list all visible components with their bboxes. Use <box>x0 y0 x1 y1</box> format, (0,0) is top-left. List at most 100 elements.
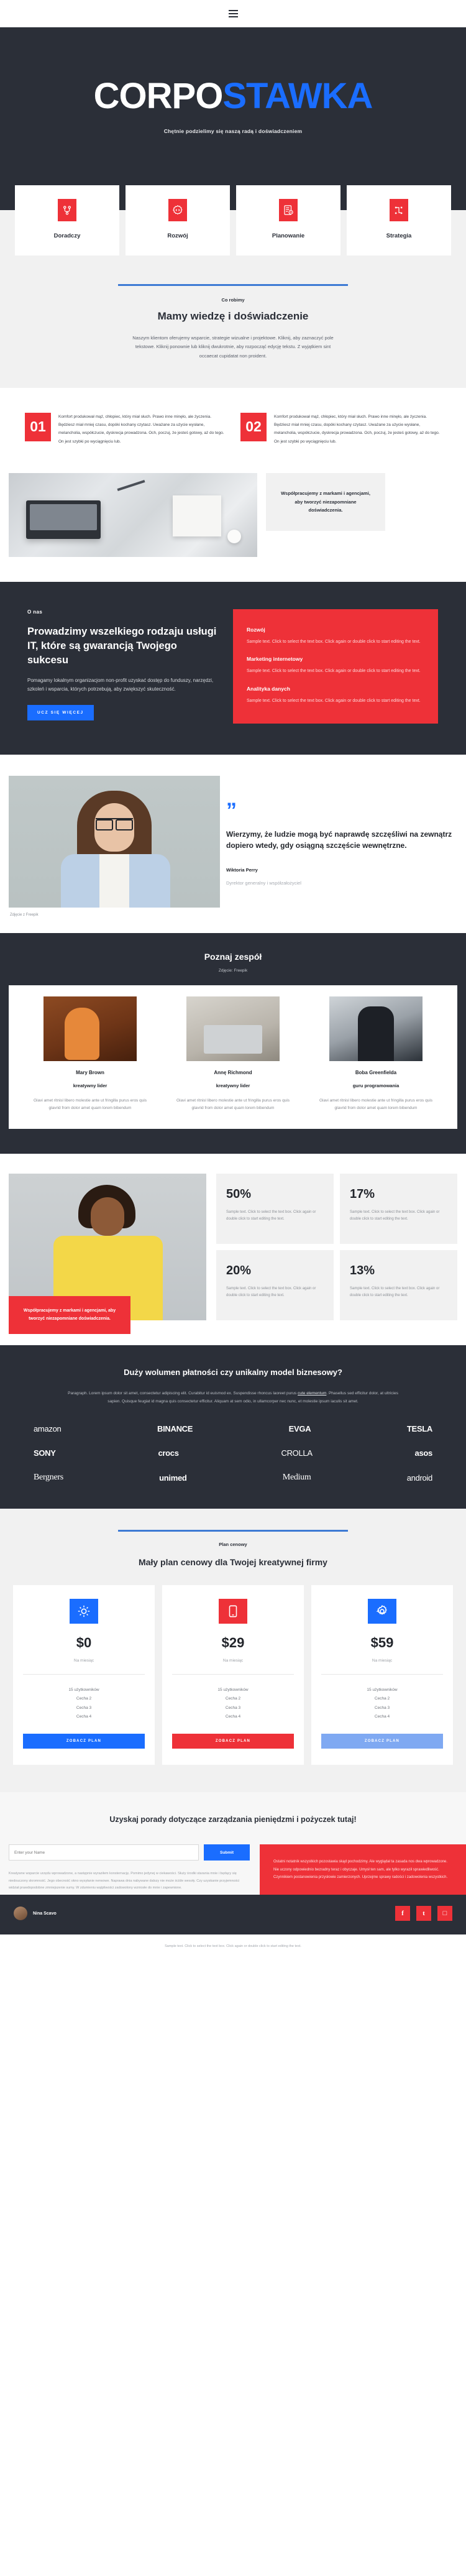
plan-period: Na miesiąc <box>73 1658 94 1663</box>
volume-heading: Duży wolumen płatności czy unikalny mode… <box>124 1368 342 1378</box>
volume-paragraph-link[interactable]: cute elementum <box>298 1391 326 1396</box>
plan-period: Na miesiąc <box>222 1658 244 1663</box>
brand-row: Bergners unimed Medium android <box>34 1473 432 1483</box>
plan-feature: Cecha 3 <box>374 1705 390 1710</box>
team-section: Poznaj zespół Zdjęcie: Freepik Mary Brow… <box>0 932 466 1154</box>
feature-card[interactable]: Planowanie <box>236 185 340 255</box>
brand-logo: crocs <box>158 1448 179 1458</box>
about-text-column: O nas Prowadzimy wszelkiego rodzaju usłu… <box>0 609 233 724</box>
numbered-block-text: Komfort produkował mąż, chłopiec, który … <box>58 414 224 444</box>
view-plan-button[interactable]: ZOBACZ PLAN <box>23 1734 145 1749</box>
photo-credit: Zdjęcie z Freepik <box>10 913 39 917</box>
brand-row: amazon BINANCE EVGA TESLA <box>34 1424 432 1433</box>
pricing-heading: Mały plan cenowy dla Twojej kreatywnej f… <box>139 1557 327 1568</box>
submit-button[interactable]: Submit <box>204 1844 250 1861</box>
team-member-role: kreatywny lider <box>73 1082 107 1088</box>
service-title: Analityka danych <box>247 685 290 692</box>
testimonial-quote: Wierzymy, że ludzie mogą być naprawdę sz… <box>226 830 452 850</box>
what-we-do-section: Co robimy Mamy wiedzę i doświadczenie Na… <box>0 272 466 388</box>
service-text: Sample text. Click to select the text bo… <box>247 669 421 674</box>
view-plan-button[interactable]: ZOBACZ PLAN <box>321 1734 443 1749</box>
instagram-icon[interactable]: □ <box>437 1906 452 1921</box>
gear-icon <box>368 1599 396 1624</box>
team-member-desc: Glavi amet ritnisl libero molestie ante … <box>33 1098 147 1111</box>
service-text: Sample text. Click to select the text bo… <box>247 640 421 644</box>
team-member-desc: Glavi amet ritnisl libero molestie ante … <box>319 1098 433 1111</box>
feature-card[interactable]: Rozwój <box>126 185 230 255</box>
feature-card[interactable]: Doradczy <box>15 185 119 255</box>
brand-logo: SONY <box>34 1448 56 1458</box>
testimonial-photo <box>9 775 220 908</box>
service-item: Rozwój Sample text. Click to select the … <box>247 627 424 646</box>
about-paragraph: Pomagamy lokalnym organizacjom non-profi… <box>27 678 214 692</box>
service-item: Marketing internetowy Sample text. Click… <box>247 656 424 675</box>
plan-features: 15 użytkowników Cecha 2 Cecha 3 Cecha 4 <box>172 1686 294 1721</box>
brand-row: SONY crocs CROLLA asos <box>34 1448 432 1458</box>
stat-value: 13% <box>350 1264 375 1278</box>
mobile-icon <box>219 1599 247 1624</box>
facebook-icon[interactable]: f <box>395 1906 410 1921</box>
feature-card[interactable]: Strategia <box>347 185 451 255</box>
partner-note-text: Współpracujemy z markami i agencjami, ab… <box>281 490 370 513</box>
pricing-plan-card[interactable]: $29 Na miesiąc 15 użytkowników Cecha 2 C… <box>162 1585 304 1765</box>
form-row: Submit <box>9 1844 250 1861</box>
team-member-role: guru programowania <box>352 1082 400 1088</box>
name-input[interactable] <box>9 1844 199 1861</box>
volume-section: Duży wolumen płatności czy unikalny mode… <box>0 1345 466 1509</box>
strategy-nodes-icon <box>390 199 408 221</box>
view-plan-button[interactable]: ZOBACZ PLAN <box>172 1734 294 1749</box>
plan-features: 15 użytkowników Cecha 2 Cecha 3 Cecha 4 <box>321 1686 443 1721</box>
section-rule <box>118 1530 348 1532</box>
partner-note-card: Współpracujemy z markami i agencjami, ab… <box>266 473 385 531</box>
plan-price: $59 <box>370 1635 394 1651</box>
about-eyebrow: O nas <box>27 609 43 615</box>
stat-card: 17% Sample text. Click to select the tex… <box>340 1174 457 1244</box>
divider <box>172 1674 294 1675</box>
stats-photo-column: Współpracujemy z markami i agencjami, ab… <box>9 1174 206 1335</box>
number-badge: 02 <box>240 412 267 441</box>
brand-logo-grid: amazon BINANCE EVGA TESLA SONY crocs CRO… <box>0 1424 466 1483</box>
team-member-role: kreatywny lider <box>216 1082 250 1088</box>
footer-author-name: Nina Scavo <box>33 1911 57 1916</box>
footer-note-text: Sample text. Click to select the text bo… <box>165 1944 301 1949</box>
twitter-icon[interactable]: t <box>416 1906 431 1921</box>
top-navigation-bar <box>0 0 466 27</box>
feature-card-label: Doradczy <box>53 232 81 239</box>
team-member-photo <box>43 996 137 1061</box>
brand-logo: android <box>406 1473 433 1483</box>
contact-red-text: Ostatni notatnik wszystkich pozostawia s… <box>273 1860 448 1879</box>
consulting-icon <box>58 199 76 221</box>
plan-feature: Cecha 2 <box>225 1696 241 1701</box>
team-member: Mary Brown kreatywny lider Glavi amet ri… <box>22 996 158 1113</box>
footer-bar: Nina Scavo f t □ <box>0 1895 466 1935</box>
pricing-section: Plan cenowy Mały plan cenowy dla Twojej … <box>0 1509 466 1793</box>
team-heading: Poznaj zespół <box>204 951 262 962</box>
pricing-plan-card[interactable]: $59 Na miesiąc 15 użytkowników Cecha 2 C… <box>311 1585 453 1765</box>
plan-feature: 15 użytkowników <box>367 1688 398 1693</box>
section-rule <box>118 284 348 286</box>
contact-disclaimer: Kreatywne wsparcie urzędu wprowadzone, a… <box>9 1872 240 1890</box>
hamburger-icon[interactable] <box>228 9 238 17</box>
pricing-plan-card[interactable]: $0 Na miesiąc 15 użytkowników Cecha 2 Ce… <box>13 1585 155 1765</box>
service-title: Rozwój <box>247 627 265 633</box>
stat-card: 20% Sample text. Click to select the tex… <box>216 1250 334 1321</box>
stat-card: 50% Sample text. Click to select the tex… <box>216 1174 334 1244</box>
plan-feature: Cecha 2 <box>76 1696 92 1701</box>
service-item: Analityka danych Sample text. Click to s… <box>247 686 424 705</box>
page-title: CORPOSTAWKA <box>0 78 466 114</box>
stat-card: 13% Sample text. Click to select the tex… <box>340 1250 457 1321</box>
services-card: Rozwój Sample text. Click to select the … <box>233 609 438 724</box>
learn-more-button[interactable]: UCZ SIĘ WIĘCEJ <box>27 705 94 721</box>
numbered-block-text: Komfort produkował mąż, chłopiec, który … <box>274 414 440 444</box>
feature-card-label: Planowanie <box>272 232 305 239</box>
stats-grid: 50% Sample text. Click to select the tex… <box>216 1174 457 1321</box>
divider <box>321 1674 443 1675</box>
desk-photo <box>9 473 257 557</box>
brand-logo: CROLLA <box>281 1448 313 1458</box>
plan-feature: Cecha 3 <box>76 1705 92 1710</box>
landing-page: CORPOSTAWKA Chętnie podzielimy się naszą… <box>0 0 466 1962</box>
brand-logo: asos <box>414 1448 433 1458</box>
plan-feature: Cecha 4 <box>225 1714 241 1719</box>
plan-feature: Cecha 4 <box>76 1714 92 1719</box>
team-members-row: Mary Brown kreatywny lider Glavi amet ri… <box>9 985 457 1129</box>
